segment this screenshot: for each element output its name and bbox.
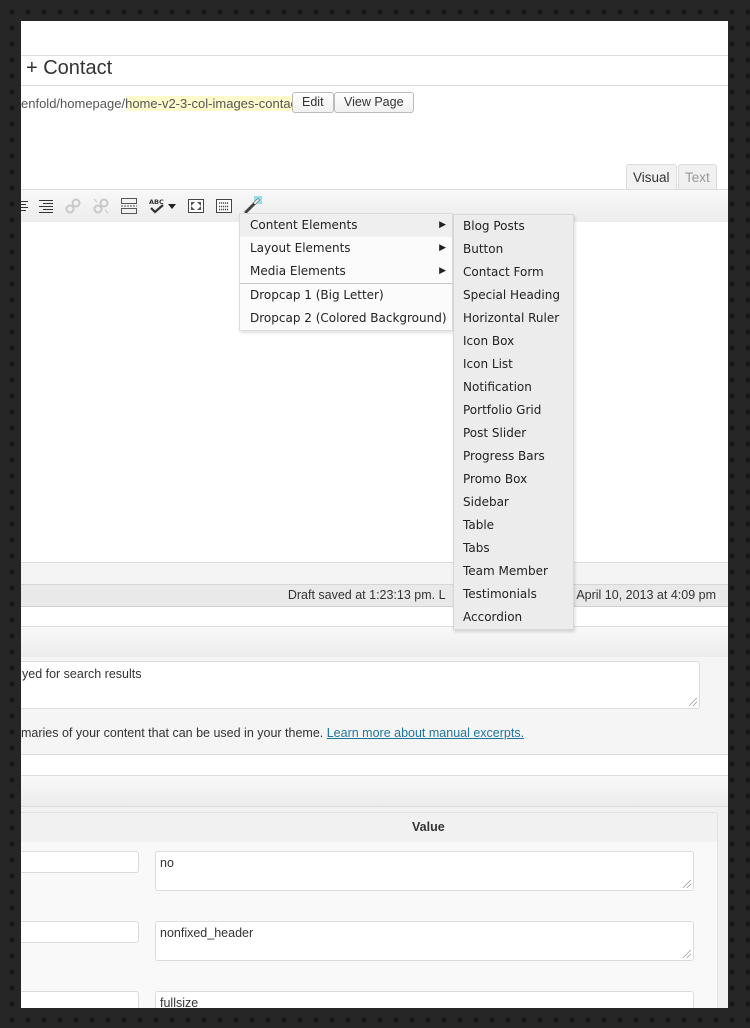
custom-fields-header[interactable] [21,776,728,807]
submenu-item[interactable]: Portfolio Grid [454,399,573,422]
custom-field-value-textarea[interactable]: nonfixed_header [155,921,694,961]
submenu-item[interactable]: Contact Form [454,261,573,284]
content-elements-submenu: Blog Posts Button Contact Form Special Head… [453,214,574,630]
submenu-item[interactable]: Promo Box [454,468,573,491]
align-right-icon[interactable] [37,197,55,215]
spacer [21,755,728,776]
submenu-arrow-icon: ▶ [439,220,446,230]
align-center-icon[interactable] [21,197,31,215]
permalink-slug[interactable]: home-v2-3-col-images-contact [125,96,301,111]
resize-handle-icon[interactable] [683,950,691,958]
editor-status-bar: Draft saved at 1:23:13 pm. Ln April 10, … [21,584,728,607]
divider [21,85,728,86]
submenu-item[interactable]: Team Member [454,560,573,583]
menu-item-layout-elements[interactable]: Layout Elements ▶ [240,237,452,260]
excerpt-help-text: maries of your content that can be used … [21,726,525,740]
kitchen-sink-icon[interactable] [215,197,233,215]
read-more-icon[interactable] [120,197,138,215]
insert-link-icon[interactable] [64,197,82,215]
submenu-item[interactable]: Progress Bars [454,445,573,468]
shortcode-wand-icon[interactable] [243,195,263,215]
submenu-item[interactable]: Accordion [454,606,573,629]
submenu-item[interactable]: Icon List [454,353,573,376]
tab-text[interactable]: Text [678,164,717,190]
submenu-item[interactable]: Notification [454,376,573,399]
excerpt-text: yed for search results [22,667,142,681]
edit-permalink-button[interactable]: Edit [292,92,334,113]
submenu-arrow-icon: ▶ [439,243,446,253]
custom-field-value-textarea[interactable]: no [155,851,694,891]
custom-field-key-input[interactable] [21,921,139,943]
submenu-item[interactable]: Special Heading [454,284,573,307]
menu-item-dropcap-1[interactable]: Dropcap 1 (Big Letter) [240,284,452,307]
custom-field-value-textarea[interactable]: fullsize [155,991,694,1008]
fullscreen-icon[interactable] [187,197,205,215]
wp-edit-page: + Contact enfold/homepage/home-v2-3-col-… [21,21,728,1008]
submenu-item[interactable]: Tabs [454,537,573,560]
shortcode-menu: Content Elements ▶ Layout Elements ▶ Media… [239,213,453,331]
spellcheck-icon[interactable]: ABC [148,197,166,215]
excerpt-textarea[interactable]: yed for search results [21,661,700,709]
resize-handle-icon[interactable] [683,880,691,888]
submenu-item[interactable]: Button [454,238,573,261]
learn-more-excerpts-link[interactable]: Learn more about manual excerpts. [327,726,524,740]
submenu-item[interactable]: Icon Box [454,330,573,353]
table-header: Value [21,813,717,842]
custom-field-key-input[interactable] [21,851,139,873]
submenu-item[interactable]: Sidebar [454,491,573,514]
view-page-button[interactable]: View Page [334,92,414,113]
submenu-item[interactable]: Blog Posts [454,215,573,238]
submenu-item[interactable]: Horizontal Ruler [454,307,573,330]
editor-path-bar [21,562,728,585]
submenu-item[interactable]: Post Slider [454,422,573,445]
menu-item-content-elements[interactable]: Content Elements ▶ [240,214,452,237]
submenu-item[interactable]: Testimonials [454,583,573,606]
custom-field-key-input[interactable] [21,991,139,1008]
excerpt-box-header[interactable] [21,626,728,658]
permalink: enfold/homepage/home-v2-3-col-images-con… [21,96,304,111]
divider [21,55,728,56]
permalink-prefix: enfold/homepage/ [21,96,126,111]
resize-handle-icon[interactable] [689,698,697,706]
submenu-arrow-icon: ▶ [439,266,446,276]
custom-fields-table: Value no nonfixed_header fullsize [21,812,718,1008]
submenu-item[interactable]: Table [454,514,573,537]
value-column-header: Value [412,820,445,834]
menu-item-media-elements[interactable]: Media Elements ▶ [240,260,452,283]
page-title: + Contact [26,57,113,79]
tab-visual[interactable]: Visual [626,164,677,190]
menu-item-dropcap-2[interactable]: Dropcap 2 (Colored Background) [240,307,452,330]
unlink-icon[interactable] [92,197,110,215]
dropdown-arrow-icon[interactable] [167,197,177,215]
